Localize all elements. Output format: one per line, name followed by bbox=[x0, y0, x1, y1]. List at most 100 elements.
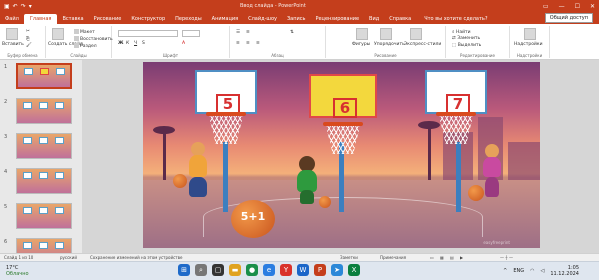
tab-home[interactable]: Главная bbox=[23, 14, 58, 24]
underline-icon[interactable]: Ч bbox=[134, 41, 137, 46]
tab-review[interactable]: Рецензирование bbox=[310, 16, 364, 24]
search-icon[interactable]: ⌕ bbox=[195, 264, 207, 276]
undo-icon[interactable]: ↶ bbox=[13, 3, 18, 10]
weather-widget[interactable]: 17°C Облачно bbox=[6, 265, 29, 277]
view-reading-icon[interactable]: ▤ bbox=[450, 255, 454, 260]
replace-button[interactable]: ⇄ Заменить bbox=[452, 36, 480, 41]
yandex-browser-icon[interactable]: Y bbox=[280, 264, 292, 276]
arrange-icon[interactable] bbox=[380, 28, 392, 40]
tray-chevron-icon[interactable]: ^ bbox=[503, 268, 507, 274]
paste-button[interactable]: Вставить bbox=[2, 42, 24, 47]
tab-animations[interactable]: Анимация bbox=[207, 16, 243, 24]
italic-icon[interactable]: К bbox=[126, 41, 129, 46]
task-view-icon[interactable]: ▢ bbox=[212, 264, 224, 276]
font-size-field[interactable] bbox=[182, 30, 200, 37]
mini-hoop bbox=[55, 172, 64, 179]
slide-canvas[interactable]: 5 6 7 5+1 easyfreeprint bbox=[143, 62, 540, 248]
shapes-icon[interactable] bbox=[356, 28, 368, 40]
align-right-icon[interactable]: ≡ bbox=[256, 41, 260, 46]
zoom-slider[interactable]: — ┼ — bbox=[500, 255, 513, 260]
addins-button[interactable]: Надстройки bbox=[514, 42, 543, 47]
copy-icon[interactable]: ⎘ bbox=[26, 36, 30, 42]
maximize-icon[interactable]: ☐ bbox=[575, 3, 580, 10]
start-icon[interactable]: ⊞ bbox=[178, 264, 190, 276]
view-sorter-icon[interactable]: ▦ bbox=[440, 255, 444, 260]
strikethrough-icon[interactable]: S bbox=[142, 41, 145, 46]
align-left-icon[interactable]: ≡ bbox=[236, 41, 240, 46]
excel-icon[interactable]: X bbox=[348, 264, 360, 276]
tab-record[interactable]: Запись bbox=[282, 16, 310, 24]
arrange-button[interactable]: Упорядочить bbox=[374, 42, 405, 47]
view-normal-icon[interactable]: ▭ bbox=[430, 255, 434, 260]
find-label: Найти bbox=[455, 30, 471, 35]
customize-qat-icon[interactable]: ▾ bbox=[29, 3, 32, 10]
tab-file[interactable]: Файл bbox=[0, 16, 24, 24]
layout-button[interactable]: Макет bbox=[74, 29, 95, 35]
numbering-icon[interactable]: ≡ bbox=[246, 30, 250, 35]
wifi-icon[interactable]: ◠ bbox=[530, 268, 534, 274]
basketball bbox=[173, 174, 187, 188]
find-button[interactable]: ⌕ Найти bbox=[452, 29, 471, 35]
slide-thumbnail[interactable] bbox=[16, 168, 72, 194]
font-name-field[interactable] bbox=[118, 30, 178, 37]
minimize-icon[interactable]: — bbox=[559, 3, 565, 10]
text-direction-icon[interactable]: ⇅ bbox=[290, 30, 294, 35]
chrome-icon[interactable]: ● bbox=[246, 264, 258, 276]
hoop-net bbox=[209, 116, 243, 144]
shapes-button[interactable]: Фигуры bbox=[352, 42, 370, 47]
clock[interactable]: 1:05 11.12.2024 bbox=[550, 265, 579, 277]
tell-me-search[interactable]: Что вы хотите сделать? bbox=[424, 16, 487, 24]
reset-button[interactable]: Восстановить bbox=[74, 36, 113, 42]
tab-design[interactable]: Конструктор bbox=[126, 16, 170, 24]
language-indicator[interactable]: русский bbox=[60, 255, 77, 260]
backboard-5[interactable]: 5 bbox=[195, 70, 257, 114]
slide-thumbnail[interactable] bbox=[16, 98, 72, 124]
bold-icon[interactable]: Ж bbox=[118, 41, 124, 46]
quick-styles-button[interactable]: Экспресс-стили bbox=[404, 42, 441, 47]
format-painter-icon[interactable]: 🖌 bbox=[26, 43, 32, 48]
tab-insert[interactable]: Вставка bbox=[57, 16, 88, 24]
telegram-icon[interactable]: ➤ bbox=[331, 264, 343, 276]
ribbon-tabs: Файл Главная Вставка Рисование Конструкт… bbox=[0, 12, 599, 24]
tab-slideshow[interactable]: Слайд-шоу bbox=[243, 16, 282, 24]
thumbnail-number: 5 bbox=[4, 204, 8, 210]
share-button[interactable]: Общий доступ bbox=[544, 13, 593, 23]
slide-thumbnail[interactable] bbox=[16, 203, 72, 229]
new-slide-icon[interactable] bbox=[52, 28, 64, 40]
backboard-6[interactable]: 6 bbox=[309, 74, 377, 118]
tab-transitions[interactable]: Переходы bbox=[170, 16, 207, 24]
align-center-icon[interactable]: ≡ bbox=[246, 41, 250, 46]
file-explorer-icon[interactable]: ▬ bbox=[229, 264, 241, 276]
edge-icon[interactable]: e bbox=[263, 264, 275, 276]
thumbnail-number: 6 bbox=[4, 239, 8, 245]
tab-view[interactable]: Вид bbox=[364, 16, 384, 24]
slide-thumbnail[interactable] bbox=[16, 133, 72, 159]
paste-icon[interactable] bbox=[6, 28, 18, 40]
keyboard-language[interactable]: ENG bbox=[513, 268, 524, 274]
notes-button[interactable]: Заметки bbox=[340, 255, 358, 260]
select-button[interactable]: ⬚ Выделить bbox=[452, 43, 481, 48]
view-slideshow-icon[interactable]: ▶ bbox=[460, 255, 463, 260]
backboard-7[interactable]: 7 bbox=[425, 70, 487, 114]
ribbon-display-icon[interactable]: ▭ bbox=[543, 3, 549, 10]
word-icon[interactable]: W bbox=[297, 264, 309, 276]
quick-styles-icon[interactable] bbox=[410, 28, 422, 40]
comments-button[interactable]: Примечания bbox=[380, 255, 406, 260]
addins-icon[interactable] bbox=[524, 28, 536, 40]
tab-help[interactable]: Справка bbox=[384, 16, 416, 24]
slide-thumbnail[interactable] bbox=[16, 63, 72, 89]
slide-thumbnail[interactable] bbox=[16, 238, 72, 253]
volume-icon[interactable]: ◁ bbox=[541, 268, 545, 274]
mini-hoop bbox=[23, 137, 32, 144]
cut-icon[interactable]: ✂ bbox=[26, 29, 30, 34]
ribbon: Вставить ✂ ⎘ 🖌 Буфер обмена Создать слай… bbox=[0, 24, 599, 60]
redo-icon[interactable]: ↷ bbox=[21, 3, 26, 10]
save-icon[interactable]: ▣ bbox=[4, 3, 10, 10]
font-color-icon[interactable]: A bbox=[182, 41, 185, 46]
tab-draw[interactable]: Рисование bbox=[89, 16, 127, 24]
bullets-icon[interactable]: ☰ bbox=[236, 30, 240, 35]
slide-thumbnails-pane: 1 2 3 4 5 6 bbox=[0, 60, 82, 253]
powerpoint-icon[interactable]: P bbox=[314, 264, 326, 276]
close-icon[interactable]: ✕ bbox=[590, 3, 595, 10]
section-button[interactable]: Раздел bbox=[74, 43, 97, 49]
